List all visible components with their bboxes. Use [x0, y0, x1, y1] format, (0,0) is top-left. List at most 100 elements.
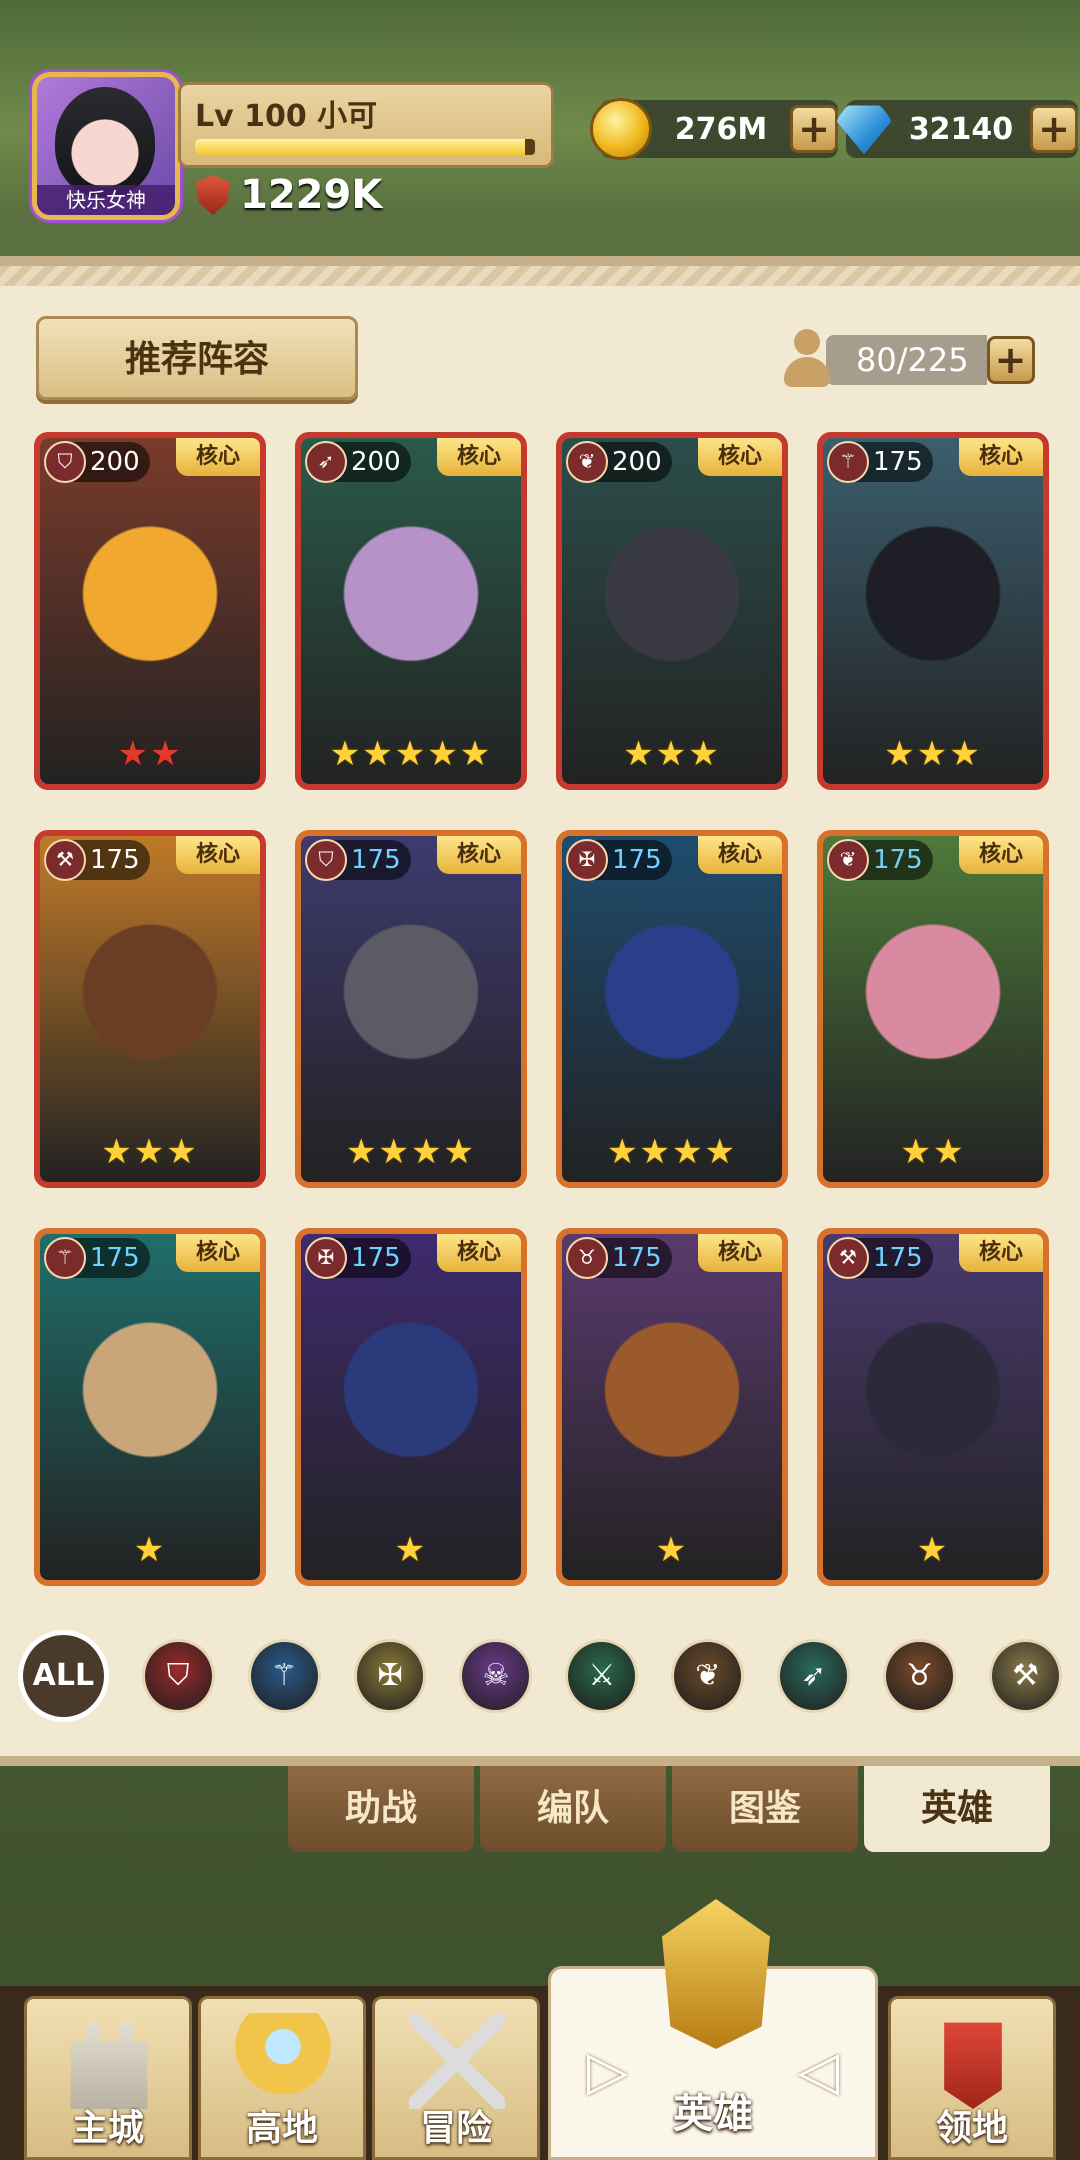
filter-skull-icon[interactable]: ☠	[459, 1639, 533, 1713]
hero-card[interactable]: ⚚ 175 核心 ★	[34, 1228, 266, 1586]
helmet-icon	[662, 1899, 770, 2049]
staff-icon: ⚚	[44, 1237, 86, 1279]
tab-heroes[interactable]: 英雄	[864, 1766, 1050, 1852]
player-name-plate[interactable]: Lv 100 小可	[178, 82, 554, 168]
tab-codex[interactable]: 图鉴	[672, 1766, 858, 1852]
hero-card[interactable]: ⛉ 175 核心 ★★★★	[295, 830, 527, 1188]
hero-stars: ★★★	[40, 1132, 260, 1172]
hero-level: 175	[612, 1243, 662, 1273]
axe-icon: ⚒	[827, 1237, 869, 1279]
filter-crest-icon[interactable]: ✠	[353, 1639, 427, 1713]
filter-daggers-icon[interactable]: ⚔	[565, 1639, 639, 1713]
star-icon: ★	[117, 734, 150, 774]
nav-adventure[interactable]: 冒险	[372, 1996, 540, 2160]
hero-card[interactable]: ✠ 175 核心 ★	[295, 1228, 527, 1586]
expand-capacity-button[interactable]: +	[986, 336, 1035, 384]
hero-card[interactable]: ✠ 175 核心 ★★★★	[556, 830, 788, 1188]
hero-stars: ★★★★	[562, 1132, 782, 1172]
hero-card[interactable]: ⚚ 175 核心 ★★★	[817, 432, 1049, 790]
star-icon: ★	[329, 734, 363, 774]
shield-icon: ⛉	[305, 839, 347, 881]
filter-staff-icon[interactable]: ⚚	[247, 1639, 321, 1713]
hero-portrait	[562, 1234, 782, 1580]
hero-stars: ★	[562, 1530, 782, 1570]
hero-card[interactable]: ⛉ 200 核心 ★★	[34, 432, 266, 790]
hero-card[interactable]: ⚒ 175 核心 ★	[817, 1228, 1049, 1586]
star-icon: ★	[411, 1132, 444, 1172]
hero-portrait	[301, 836, 521, 1182]
hero-level-tag: ⛉ 200	[44, 441, 150, 483]
star-icon: ★	[884, 734, 917, 774]
filter-paw-icon[interactable]: ❦	[671, 1639, 745, 1713]
bull-icon: ♉	[566, 1237, 608, 1279]
filter-bow-icon[interactable]: ➶	[777, 1639, 851, 1713]
exp-bar	[195, 139, 535, 155]
star-icon: ★	[900, 1132, 933, 1172]
gold-coin-icon	[590, 98, 652, 160]
hero-card[interactable]: ♉ 175 核心 ★	[556, 1228, 788, 1586]
hero-card[interactable]: ⚒ 175 核心 ★★★	[34, 830, 266, 1188]
hero-portrait	[40, 836, 260, 1182]
hero-level-tag: ➶ 200	[305, 441, 411, 483]
recommend-lineup-button[interactable]: 推荐阵容	[36, 316, 358, 400]
star-icon: ★	[150, 734, 183, 774]
core-badge: 核心	[959, 438, 1043, 476]
territory-banner-icon	[944, 2022, 1002, 2109]
add-gold-button[interactable]: +	[790, 105, 838, 153]
bottom-nav: 主城 高地 冒险 ▷ ◁ 英雄 领地	[0, 1899, 1080, 2160]
tab-assist[interactable]: 助战	[288, 1766, 474, 1852]
nav-highland-label: 高地	[245, 2108, 318, 2149]
axe-icon: ⚒	[44, 839, 86, 881]
star-icon: ★	[427, 734, 460, 774]
tab-formation[interactable]: 编队	[480, 1766, 666, 1852]
star-icon: ★	[672, 1132, 705, 1172]
staff-icon: ⚚	[827, 441, 869, 483]
capacity-value: 80/225	[826, 335, 987, 385]
player-avatar[interactable]: 快乐女神	[32, 72, 180, 220]
add-gem-button[interactable]: +	[1030, 105, 1078, 153]
nav-territory[interactable]: 领地	[888, 1996, 1056, 2160]
star-icon: ★	[688, 734, 721, 774]
star-icon: ★	[394, 1530, 428, 1570]
star-icon: ★	[362, 734, 395, 774]
power-shield-icon	[196, 175, 230, 215]
star-icon: ★	[166, 1132, 199, 1172]
star-icon: ★	[378, 1132, 411, 1172]
core-badge: 核心	[437, 836, 521, 874]
crossed-swords-icon	[409, 2013, 505, 2109]
power-value: 1229K	[240, 172, 383, 218]
nav-highland[interactable]: 高地	[198, 1996, 366, 2160]
core-badge: 核心	[698, 438, 782, 476]
player-level-name: Lv 100 小可	[195, 99, 378, 134]
shield-icon: ⛉	[44, 441, 86, 483]
hero-card[interactable]: ❦ 175 核心 ★★	[817, 830, 1049, 1188]
person-icon	[782, 329, 832, 391]
filter-all-button[interactable]: ALL	[18, 1630, 109, 1722]
hero-subtabs: 助战 编队 图鉴 英雄	[288, 1766, 1056, 1856]
nav-main-city-label: 主城	[71, 2108, 144, 2149]
filter-axe-icon[interactable]: ⚒	[989, 1639, 1062, 1713]
nav-main-city[interactable]: 主城	[24, 1996, 192, 2160]
core-badge: 核心	[959, 836, 1043, 874]
nav-heroes-label: 英雄	[673, 2091, 753, 2137]
filter-bull-icon[interactable]: ♉	[883, 1639, 957, 1713]
core-badge: 核心	[437, 1234, 521, 1272]
core-badge: 核心	[959, 1234, 1043, 1272]
star-icon: ★	[623, 734, 656, 774]
hero-level: 200	[612, 447, 662, 477]
hero-stars: ★	[301, 1530, 521, 1570]
core-badge: 核心	[176, 1234, 260, 1272]
avatar-portrait	[55, 87, 155, 197]
filter-shield-icon[interactable]: ⛉	[141, 1639, 215, 1713]
gold-value: 276M	[674, 111, 768, 147]
hero-portrait	[823, 1234, 1043, 1580]
star-icon: ★	[916, 1530, 950, 1570]
star-icon: ★	[704, 1132, 737, 1172]
hero-portrait	[301, 1234, 521, 1580]
nav-heroes[interactable]: ▷ ◁ 英雄	[548, 1899, 878, 2160]
hero-level-tag: ✠ 175	[305, 1237, 411, 1279]
hero-card[interactable]: ➶ 200 核心 ★★★★★	[295, 432, 527, 790]
hero-capacity: 80/225 +	[782, 329, 1035, 391]
hero-stars: ★★★★	[301, 1132, 521, 1172]
hero-card[interactable]: ❦ 200 核心 ★★★	[556, 432, 788, 790]
